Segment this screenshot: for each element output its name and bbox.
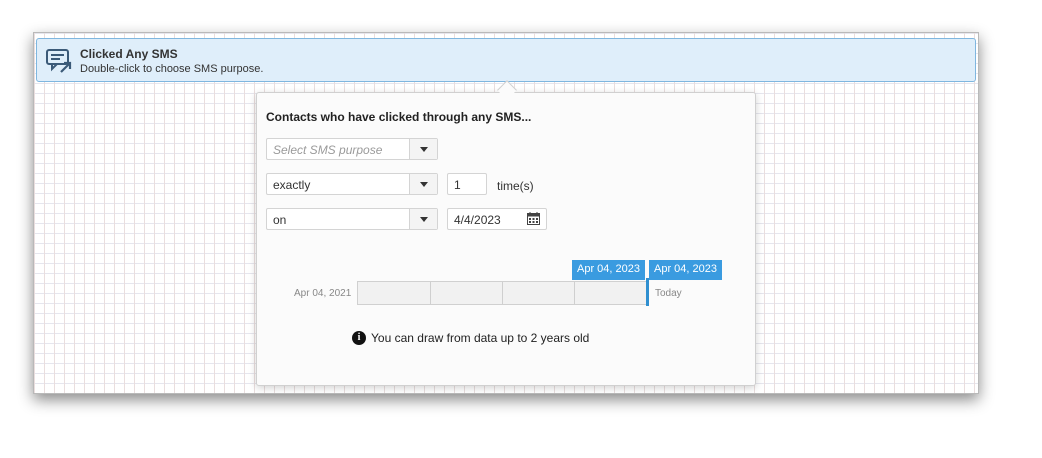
timeline-end-flag: Apr 04, 2023 [649,260,722,280]
timeline-selected-flag: Apr 04, 2023 [572,260,645,280]
timeline-tick [502,282,503,304]
count-input[interactable]: 1 [447,173,487,195]
frequency-value: exactly [273,178,311,192]
chevron-down-icon[interactable] [409,209,437,229]
info-text: You can draw from data up to 2 years old [371,331,590,345]
node-subtitle: Double-click to choose SMS purpose. [80,63,264,75]
popover-title: Contacts who have clicked through any SM… [266,110,532,124]
clicked-any-sms-node[interactable]: Clicked Any SMS Double-click to choose S… [36,38,976,82]
timeline-tick [430,282,431,304]
date-value: 4/4/2023 [454,213,501,227]
date-mode-value: on [273,213,287,227]
timeline-start-label: Apr 04, 2021 [294,288,352,299]
chevron-down-icon[interactable] [409,174,437,194]
calendar-icon[interactable] [527,212,540,225]
chevron-down-icon[interactable] [409,139,437,159]
timeline-tick [574,282,575,304]
timeline-end-label: Today [655,288,682,299]
node-title: Clicked Any SMS [80,47,178,61]
sms-filter-popover: Contacts who have clicked through any SM… [256,92,756,386]
info-icon: i [352,331,366,345]
timeline-selected-marker[interactable] [646,278,649,306]
sms-click-icon [46,49,72,73]
sms-purpose-placeholder: Select SMS purpose [273,143,383,157]
timeline-range-bar[interactable] [357,281,648,305]
date-mode-select[interactable]: on [266,208,438,230]
count-suffix: time(s) [497,179,534,193]
sms-purpose-select[interactable]: Select SMS purpose [266,138,438,160]
frequency-select[interactable]: exactly [266,173,438,195]
